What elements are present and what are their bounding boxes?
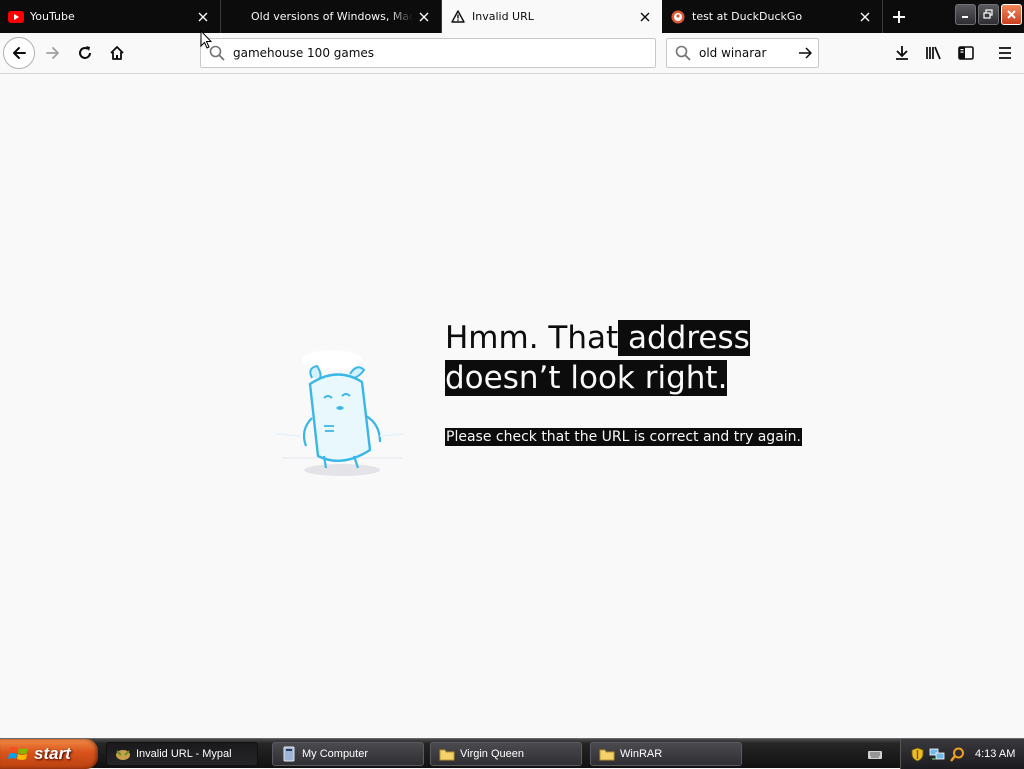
close-tab-icon[interactable] [192,6,214,28]
tab-title: YouTube [30,10,75,23]
close-tab-icon[interactable] [634,6,656,28]
download-icon [896,46,908,60]
plus-icon [893,10,905,23]
error-title-part2: address [618,320,750,356]
back-button[interactable] [3,37,35,69]
restore-icon [983,9,993,19]
taskbar-item-label: Invalid URL - Mypal [136,748,232,760]
taskbar-item-mypal[interactable]: Invalid URL - Mypal [106,742,258,766]
tab-old-versions[interactable]: Old versions of Windows, Mac and Linux [221,0,442,33]
home-icon [110,46,124,60]
url-input-value[interactable]: gamehouse 100 games [233,46,374,60]
tab-title: Old versions of Windows, Mac and Linux [251,10,413,23]
folder-icon [599,746,615,762]
close-tab-icon[interactable] [854,6,876,28]
hamburger-menu-icon [999,47,1011,59]
close-tab-icon[interactable] [413,6,435,28]
system-tray: 4:13 AM [900,739,1024,769]
mouse-cursor-icon [200,30,213,49]
search-input-value[interactable]: old winarar [699,46,792,60]
error-illustration [262,338,412,488]
folder-icon [439,746,455,762]
tab-title: Invalid URL [472,10,534,23]
error-title-part3: doesn’t look right. [445,360,728,396]
browser-icon [115,746,131,762]
keyboard-icon[interactable] [868,747,882,761]
taskbar-item-virgin-queen[interactable]: Virgin Queen [430,742,582,766]
sidebar-icon [958,46,974,60]
new-tab-button[interactable] [884,0,914,33]
start-button[interactable]: start [0,739,98,769]
taskbar-item-winrar[interactable]: WinRAR [590,742,742,766]
library-button[interactable] [919,38,949,68]
warning-icon [450,9,466,25]
magnifier-icon[interactable] [949,746,965,762]
reload-button[interactable] [69,37,101,69]
computer-icon [281,746,297,762]
search-bar[interactable]: old winarar [666,38,819,68]
taskbar: start Invalid URL - Mypal My Computer Vi… [0,738,1024,769]
duckduckgo-icon [670,9,686,25]
tab-favicon-spacer [229,9,237,25]
taskbar-item-label: Virgin Queen [460,748,525,760]
windows-logo-icon [8,747,28,760]
search-go-button[interactable] [792,40,818,66]
sidebar-button[interactable] [951,38,981,68]
home-button[interactable] [101,37,133,69]
network-icon[interactable] [929,746,945,762]
youtube-icon [8,9,24,25]
security-shield-icon[interactable] [909,746,925,762]
menu-button[interactable] [990,38,1020,68]
error-title: Hmm. That address doesn’t look right. [445,318,785,398]
tab-invalid-url[interactable]: Invalid URL [442,0,662,33]
window-controls [955,4,1022,25]
taskbar-item-label: My Computer [302,748,369,760]
url-bar[interactable]: gamehouse 100 games [200,38,656,68]
tab-strip: YouTube Old versions of Windows, Mac and… [0,0,1024,33]
close-icon [1007,10,1016,19]
back-arrow-icon [13,47,26,59]
error-message: Please check that the URL is correct and… [445,428,802,446]
downloads-button[interactable] [887,38,917,68]
forward-button[interactable] [37,37,69,69]
minimize-icon [962,16,968,18]
error-page: Hmm. That address doesn’t look right. Pl… [0,74,1024,738]
taskbar-item-label: WinRAR [620,748,663,760]
restore-button[interactable] [978,4,999,25]
reload-icon [79,46,91,59]
taskbar-item-my-computer[interactable]: My Computer [272,742,424,766]
tab-title: test at DuckDuckGo [692,10,803,23]
navigation-toolbar: gamehouse 100 games old winarar [0,33,1024,74]
minimize-button[interactable] [955,4,976,25]
system-clock: 4:13 AM [975,748,1016,760]
library-icon [926,46,941,60]
error-title-part1: Hmm. That [445,320,619,356]
tab-duckduckgo[interactable]: test at DuckDuckGo [662,0,883,33]
search-icon [669,39,697,67]
tab-youtube[interactable]: YouTube [0,0,221,33]
close-window-button[interactable] [1001,4,1022,25]
arrow-right-icon [799,47,812,59]
start-label: start [34,744,71,763]
forward-arrow-icon [46,47,59,59]
